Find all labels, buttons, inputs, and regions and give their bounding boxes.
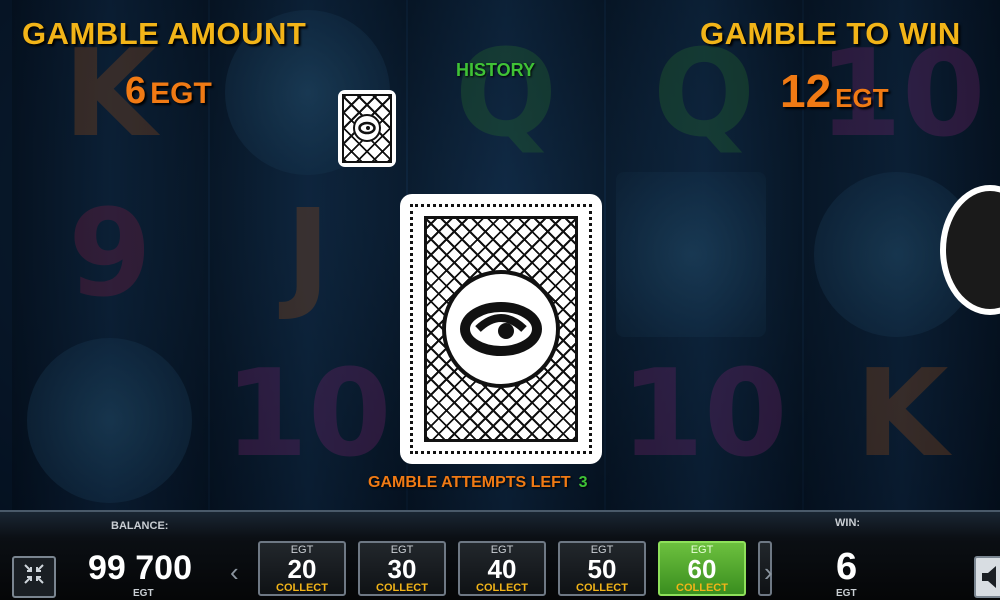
denom-value: 50: [587, 554, 617, 584]
denom-value: 20: [287, 554, 317, 584]
history-card: [338, 90, 396, 167]
game-stage: K 9 J 10 Q Q 10 10 K GAMBLE AMOUNT 6 EGT …: [0, 0, 1000, 510]
denom-value: 60: [687, 554, 717, 584]
gamble-amount-currency: EGT: [150, 77, 212, 110]
gamble-card[interactable]: [400, 194, 602, 464]
gamble-amount-value: 6 EGT: [125, 70, 212, 113]
denom-collect: COLLECT: [276, 582, 328, 594]
gamble-to-win-number: 12: [780, 65, 832, 117]
egt-logo-icon: [353, 114, 381, 142]
balance-currency: EGT: [133, 588, 154, 599]
denom-collect: COLLECT: [376, 582, 428, 594]
gamble-amount-number: 6: [125, 70, 147, 112]
denomination-button-50[interactable]: EGT 50 COLLECT: [558, 541, 646, 596]
gamble-to-win-value: 12 EGT: [780, 64, 889, 118]
history-label: HISTORY: [456, 60, 536, 80]
denomination-button-20[interactable]: EGT 20 COLLECT: [258, 541, 346, 596]
gamble-amount-label: GAMBLE AMOUNT: [22, 16, 307, 51]
egt-logo-icon: [442, 270, 560, 388]
collapse-icon: [23, 563, 45, 591]
attempts-count: 3: [578, 474, 588, 491]
denomination-button-40[interactable]: EGT 40 COLLECT: [458, 541, 546, 596]
denomination-button-60[interactable]: EGT 60 COLLECT: [658, 541, 746, 596]
win-value: 6: [836, 546, 858, 588]
denom-collect: COLLECT: [676, 582, 728, 594]
denom-collect: COLLECT: [476, 582, 528, 594]
denominations-prev-arrow[interactable]: ‹: [230, 557, 239, 588]
denom-collect: COLLECT: [576, 582, 628, 594]
win-currency: EGT: [836, 588, 857, 599]
denomination-button-30[interactable]: EGT 30 COLLECT: [358, 541, 446, 596]
sound-button[interactable]: [974, 556, 1000, 598]
gamble-to-win-label: GAMBLE TO WIN: [700, 16, 961, 51]
attempts-label: GAMBLE ATTEMPTS LEFT: [368, 474, 571, 491]
gamble-to-win-currency: EGT: [835, 83, 889, 113]
denom-value: 40: [487, 554, 517, 584]
speaker-icon: [976, 566, 1000, 600]
balance-label: BALANCE:: [111, 520, 169, 532]
denominations-next-arrow[interactable]: ›: [764, 557, 773, 588]
win-label: WIN:: [835, 517, 861, 529]
gamble-attempts: GAMBLE ATTEMPTS LEFT 3: [368, 474, 588, 492]
denom-value: 30: [387, 554, 417, 584]
fullscreen-toggle-button[interactable]: [12, 556, 56, 598]
balance-value: 99 700: [88, 549, 192, 587]
